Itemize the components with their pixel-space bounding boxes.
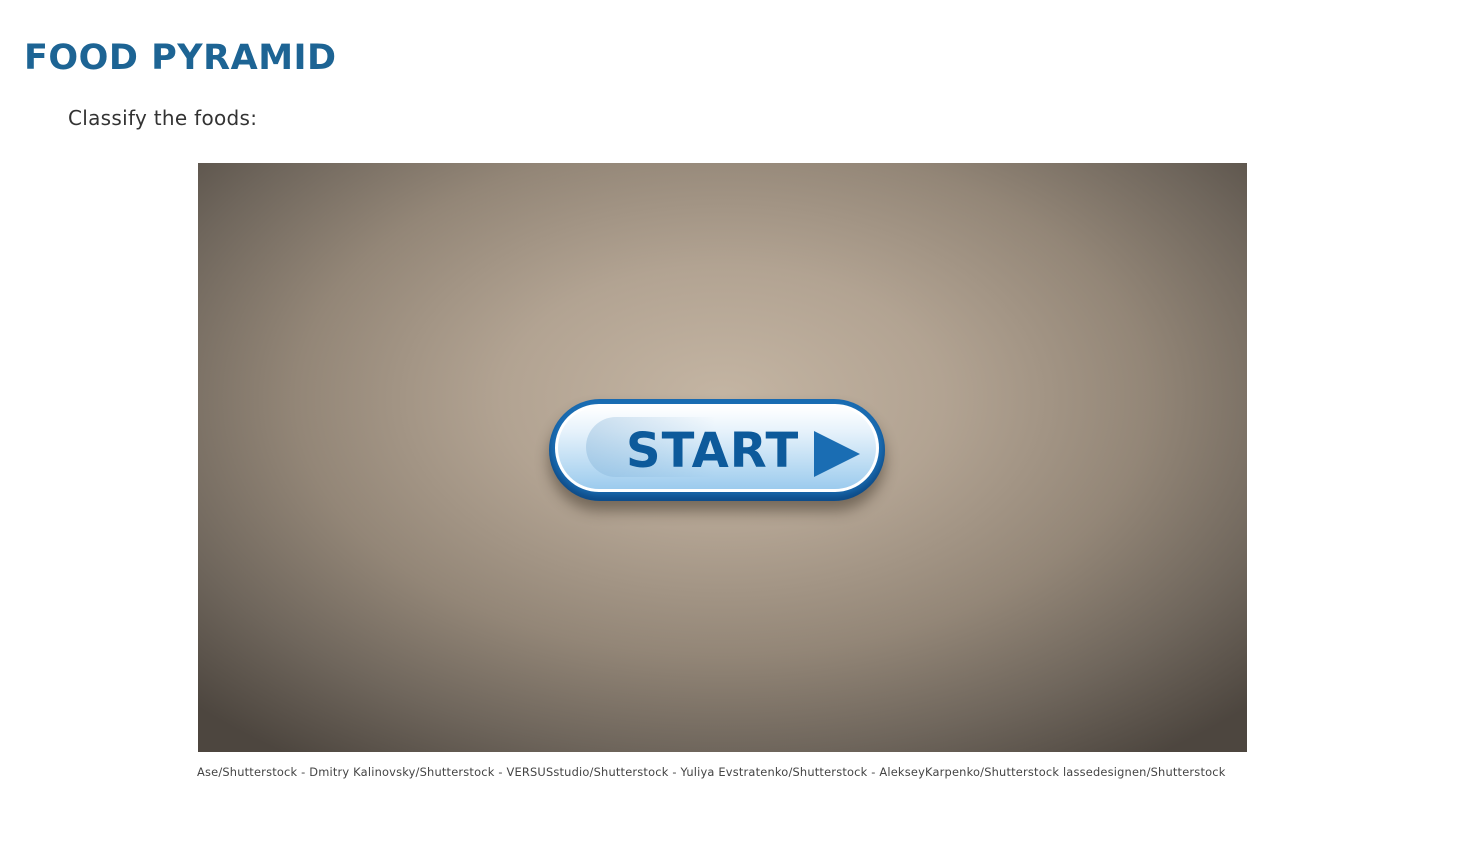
start-button[interactable]: START: [549, 399, 885, 501]
page: FOOD PYRAMID Classify the foods: START A…: [0, 0, 1460, 850]
activity-stage: START: [198, 163, 1247, 752]
page-title: FOOD PYRAMID: [24, 38, 337, 78]
instruction-text: Classify the foods:: [68, 106, 258, 130]
image-credits: Ase/Shutterstock - Dmitry Kalinovsky/Shu…: [197, 765, 1226, 779]
start-button-face: START: [555, 404, 879, 492]
play-icon: [814, 431, 860, 477]
start-button-label: START: [626, 423, 800, 479]
